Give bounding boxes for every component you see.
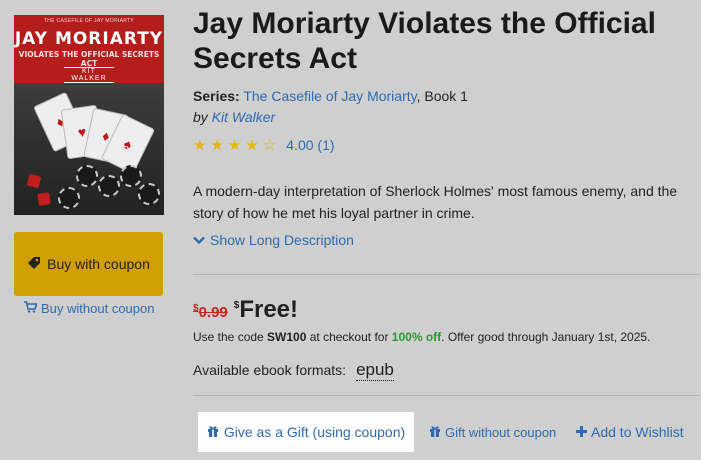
divider (193, 274, 700, 275)
series-label: Series: (193, 88, 240, 104)
cover-author-text: KIT WALKER (64, 67, 114, 83)
gift-icon (429, 425, 441, 440)
star-icon: ★ (193, 137, 207, 154)
cover-series-text: THE CASEFILE OF JAY MORIARTY (43, 18, 135, 24)
cart-icon (24, 301, 38, 316)
author-link[interactable]: Kit Walker (212, 109, 276, 125)
gift-icon (207, 424, 219, 440)
show-long-description-link[interactable]: Show Long Description (193, 232, 354, 248)
chip-illustration (120, 165, 142, 187)
coupon-code: SW100 (267, 330, 307, 344)
star-empty-icon: ☆ (262, 137, 277, 154)
cover-banner: THE CASEFILE OF JAY MORIARTY JAY MORIART… (14, 15, 164, 83)
add-to-wishlist-label: Add to Wishlist (591, 424, 684, 440)
ebook-formats: Available ebook formats: epub (193, 360, 394, 381)
short-description: A modern-day interpretation of Sherlock … (193, 183, 678, 221)
chip-illustration (58, 187, 80, 209)
divider (193, 395, 700, 396)
dice-illustration (26, 173, 42, 189)
chip-illustration (76, 165, 98, 187)
chip-illustration (138, 183, 160, 205)
gift-without-coupon-link[interactable]: Gift without coupon (429, 425, 556, 440)
gift-without-coupon-label: Gift without coupon (445, 425, 557, 440)
plus-icon (576, 424, 587, 440)
rating-count-link[interactable]: 4.00 (1) (286, 137, 334, 153)
give-as-gift-label: Give as a Gift (using coupon) (223, 424, 406, 440)
buy-with-coupon-button[interactable]: Buy with coupon (14, 232, 163, 296)
price-row: $0.99 $Free! (193, 296, 298, 324)
give-as-gift-button[interactable]: Give as a Gift (using coupon) (198, 412, 414, 452)
byline: by Kit Walker (193, 109, 275, 125)
series-line: Series: The Casefile of Jay Moriarty, Bo… (193, 88, 468, 104)
buy-without-coupon-label: Buy without coupon (41, 301, 155, 316)
star-icon: ★ (227, 137, 242, 154)
cover-title-text: JAY MORIARTY (14, 29, 164, 49)
tag-icon (27, 256, 41, 273)
book-cover[interactable]: THE CASEFILE OF JAY MORIARTY JAY MORIART… (14, 15, 164, 215)
book-title: Jay Moriarty Violates the Official Secre… (193, 7, 656, 75)
star-icon: ★ (210, 137, 224, 154)
formats-label: Available ebook formats: (193, 362, 347, 378)
buy-without-coupon-link[interactable]: Buy without coupon (24, 301, 154, 316)
series-book-number: , Book 1 (416, 88, 468, 104)
dice-illustration (37, 192, 51, 206)
buy-with-coupon-label: Buy with coupon (47, 256, 150, 272)
show-long-description-label: Show Long Description (210, 232, 354, 248)
format-epub[interactable]: epub (356, 360, 394, 381)
coupon-info-suffix: . Offer good through January 1st, 2025. (441, 330, 651, 344)
chevron-down-icon (193, 232, 205, 248)
add-to-wishlist-link[interactable]: Add to Wishlist (576, 424, 684, 440)
coupon-info: Use the code SW100 at checkout for 100% … (193, 330, 650, 344)
coupon-discount: 100% off (391, 330, 442, 344)
coupon-info-prefix: Use the code (193, 330, 268, 344)
series-link[interactable]: The Casefile of Jay Moriarty (243, 88, 416, 104)
rating: ★ ★ ★ ★ ☆ 4.00 (1) (193, 136, 335, 154)
chip-illustration (98, 175, 120, 197)
cover-subtitle-text: VIOLATES THE OFFICIAL SECRETS ACT (18, 50, 160, 68)
new-price: $Free! (234, 296, 298, 324)
new-price-value: Free! (239, 296, 299, 323)
old-price: $0.99 (193, 303, 228, 321)
star-icon: ★ (245, 137, 259, 154)
coupon-info-middle: at checkout for (306, 330, 392, 344)
by-label: by (193, 109, 208, 125)
old-price-value: 0.99 (198, 304, 228, 321)
